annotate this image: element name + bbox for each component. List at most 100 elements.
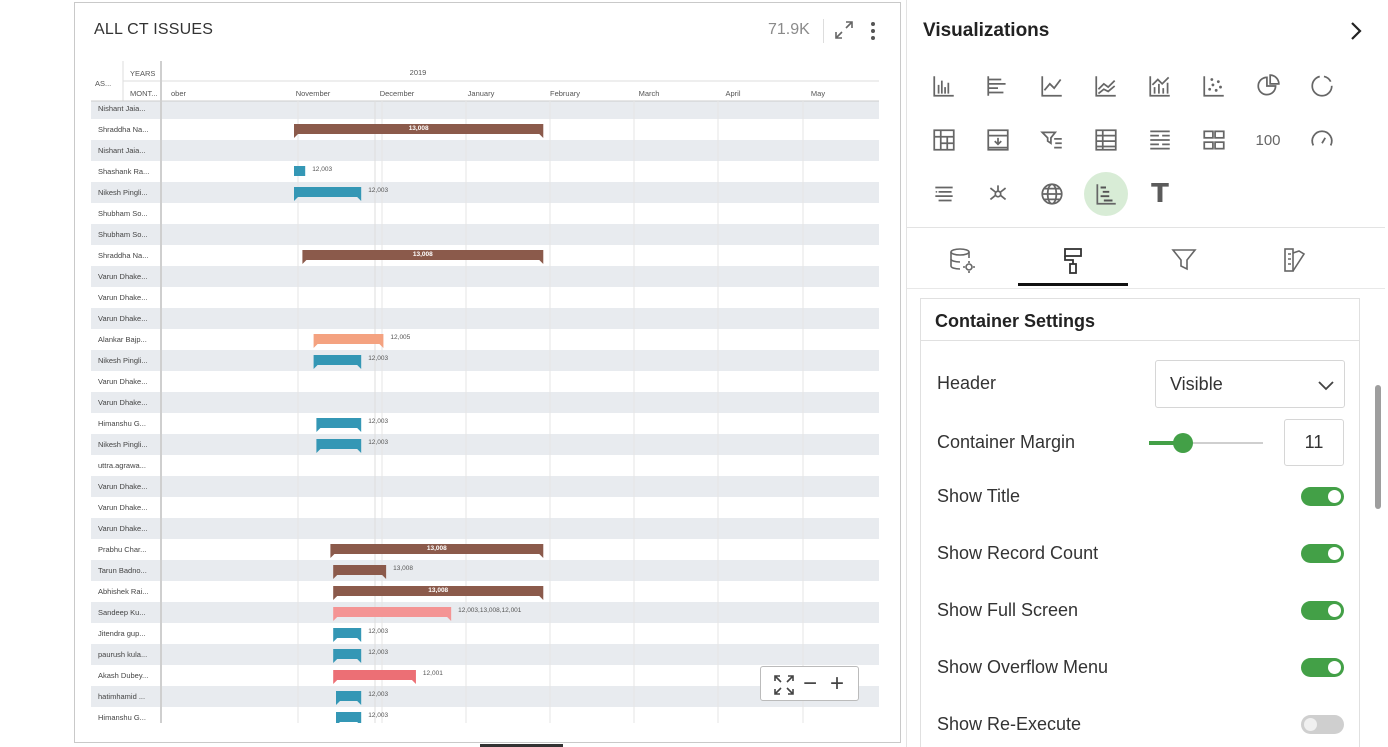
row-label: Alankar Bajp...: [98, 335, 147, 344]
bar-data-label: 12,003: [368, 439, 389, 446]
kpi-number-icon[interactable]: 100: [1246, 118, 1290, 162]
bar-data-label: 12,003: [368, 355, 389, 362]
row-label: Sandeep Ku...: [98, 608, 146, 617]
header-select[interactable]: Visible: [1155, 360, 1345, 408]
table-row: [91, 371, 879, 392]
bar-data-label: 12,003: [368, 628, 389, 635]
toggle-switch[interactable]: [1301, 487, 1344, 506]
row-label: Abhishek Rai...: [98, 587, 149, 596]
toggle-label: Show Record Count: [937, 543, 1099, 563]
tile-grid-icon[interactable]: [1192, 118, 1236, 162]
month-tick-label: March: [638, 89, 660, 98]
gauge-icon[interactable]: [1300, 118, 1344, 162]
panel-scrollbar[interactable]: [1375, 385, 1381, 509]
record-count: 71.9K: [768, 21, 810, 38]
gantt-bar: [316, 439, 362, 449]
zoom-out-button[interactable]: −: [803, 670, 817, 698]
tabs-bottom-divider: [907, 288, 1385, 289]
format-tab[interactable]: [1018, 240, 1128, 286]
filtered-table-icon[interactable]: [1030, 118, 1074, 162]
month-tick-label: November: [295, 89, 331, 98]
theme-tab[interactable]: [1240, 240, 1350, 286]
text-widget-icon[interactable]: T: [1138, 172, 1182, 216]
container-settings-header[interactable]: Container Settings: [921, 299, 1359, 341]
fullscreen-icon[interactable]: [833, 19, 855, 41]
table-row: [91, 518, 879, 539]
fit-to-screen-icon[interactable]: [773, 674, 795, 701]
table-row: [91, 161, 879, 182]
filter-icon: [1170, 246, 1198, 279]
scatter-chart-icon[interactable]: [1192, 64, 1236, 108]
row-label: Varun Dhake...: [98, 524, 148, 533]
gantt-svg: [91, 61, 879, 723]
zoom-in-button[interactable]: +: [830, 670, 844, 698]
toggle-label: Show Full Screen: [937, 600, 1079, 620]
row-label: Shraddha Na...: [98, 125, 149, 134]
chevron-down-icon: [1318, 378, 1334, 391]
globe-map-icon[interactable]: [1030, 172, 1074, 216]
gantt-chart-icon[interactable]: [1084, 172, 1128, 216]
row-label: Nishant Jaia...: [98, 146, 146, 155]
table-row: [91, 413, 879, 434]
network-graph-icon[interactable]: [976, 172, 1020, 216]
grouped-table-icon[interactable]: [976, 118, 1020, 162]
horizontal-bar-chart-icon[interactable]: [976, 64, 1020, 108]
toggle-switch[interactable]: [1301, 658, 1344, 677]
gantt-bar: [294, 166, 306, 176]
overflow-menu-icon[interactable]: [865, 19, 881, 43]
row-label: Himanshu G...: [98, 713, 146, 722]
vertical-bar-chart-icon[interactable]: [922, 64, 966, 108]
line-chart-icon[interactable]: [1030, 64, 1074, 108]
pie-chart-icon[interactable]: [1246, 64, 1290, 108]
chart-card: ALL CT ISSUES 71.9K AS... YEARS MONT... 201…: [74, 2, 901, 743]
toggle-label: Show Title: [937, 486, 1021, 506]
bar-data-label: 12,003: [312, 166, 333, 173]
table-row: [91, 266, 879, 287]
area-line-chart-icon[interactable]: [1084, 64, 1128, 108]
margin-slider-thumb[interactable]: [1173, 433, 1194, 453]
chevron-right-icon[interactable]: [1346, 20, 1366, 42]
row-label: Nikesh Pingli...: [98, 440, 148, 449]
combo-chart-icon[interactable]: [1138, 64, 1182, 108]
gantt-bar: [316, 418, 362, 428]
bar-data-label: 12,001: [422, 670, 443, 677]
toggle-knob: [1328, 547, 1341, 560]
toggle-switch[interactable]: [1301, 544, 1344, 563]
pivot-table-icon[interactable]: [922, 118, 966, 162]
gantt-bar: [313, 355, 362, 365]
month-tick-label: February: [549, 89, 581, 98]
data-source-tab[interactable]: [907, 240, 1017, 286]
header-select-value: Visible: [1170, 374, 1223, 394]
row-label: Nikesh Pingli...: [98, 188, 148, 197]
tabs-divider: [907, 227, 1385, 228]
table-row: [91, 182, 879, 203]
assignee-header: AS...: [95, 79, 112, 88]
table-row: [91, 329, 879, 350]
table-icon[interactable]: [1084, 118, 1128, 162]
toggle-knob: [1328, 661, 1341, 674]
filter-tab[interactable]: [1129, 240, 1239, 286]
years-header: YEARS: [130, 69, 156, 78]
toggle-switch[interactable]: [1301, 715, 1344, 734]
color-palette-icon: [1281, 246, 1309, 279]
detail-table-icon[interactable]: [1138, 118, 1182, 162]
row-label: Akash Dubey...: [98, 671, 149, 680]
table-row: [91, 476, 879, 497]
toggle-switch[interactable]: [1301, 601, 1344, 620]
toggle-label: Show Re-Execute: [937, 714, 1082, 734]
month-tick-label: ober: [171, 89, 187, 98]
bar-data-label: 13,008: [426, 545, 447, 552]
paint-roller-icon: [1059, 246, 1087, 281]
row-label: Prabhu Char...: [98, 545, 147, 554]
row-label: Tarun Badno...: [98, 566, 147, 575]
month-tick-label: April: [725, 89, 741, 98]
gantt-bar: [333, 628, 362, 638]
list-filter-icon[interactable]: [922, 172, 966, 216]
donut-chart-icon[interactable]: [1300, 64, 1344, 108]
table-row: [91, 203, 879, 224]
row-label: uttra.agrawa...: [98, 461, 146, 470]
container-margin-input[interactable]: 11: [1284, 419, 1344, 466]
gantt-bar: [333, 670, 416, 680]
toggle-knob: [1304, 718, 1317, 731]
bar-data-label: 12,003: [368, 649, 389, 656]
